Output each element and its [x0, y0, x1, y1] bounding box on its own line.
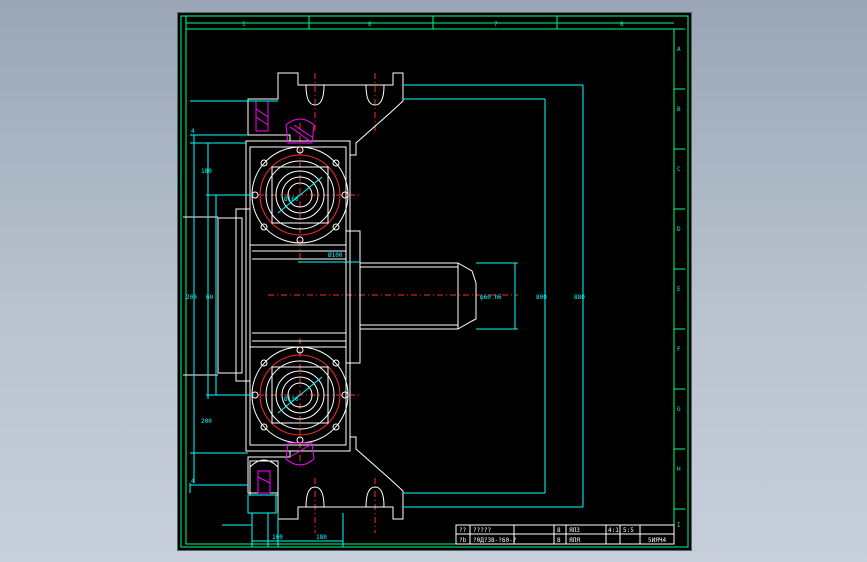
column-label: 5 [242, 21, 246, 28]
row-label: H [677, 466, 681, 473]
title-cell: 8 [557, 527, 561, 534]
title-cell: ?? [459, 527, 467, 534]
title-cell: 4:1 [608, 527, 619, 534]
column-label: 8 [620, 21, 624, 28]
column-label: 6 [368, 21, 372, 28]
title-cell: 5ИЯЧ4 [648, 537, 666, 544]
dim-right-800: 800 [536, 294, 547, 301]
dim-shaft-d130: Ø130 [284, 396, 299, 403]
row-label: B [677, 106, 681, 113]
mechanical-drawing: 5 6 7 8 A B C D E F G H I 4 180 200 60 2… [180, 15, 689, 548]
row-label: F [677, 346, 681, 353]
dim-bottom-100: 100 [272, 534, 283, 541]
dimension-lines [189, 84, 584, 547]
row-label: E [677, 286, 681, 293]
title-cell: ЯЛЗ [569, 527, 580, 534]
dim-left-60: 60 [206, 294, 214, 301]
dim-left-bottom: 4 [191, 478, 195, 485]
dim-shaft-d100: Ø100 [328, 252, 343, 259]
row-label: I [677, 522, 681, 529]
title-cell: 5:5 [623, 527, 634, 534]
title-cell: 8 [557, 537, 561, 544]
dim-left-200b: 200 [201, 418, 212, 425]
centerlines [258, 73, 518, 533]
title-cell: ?0Д?38-?60-? [473, 537, 517, 544]
title-cell: ?b [459, 537, 467, 544]
row-label: C [677, 166, 681, 173]
dim-left-top: 4 [191, 128, 195, 135]
dim-right-880: 880 [574, 294, 585, 301]
dim-shaft-d160: Ø160 [284, 196, 299, 203]
dim-bottom-180: 180 [316, 534, 327, 541]
row-label: D [677, 226, 681, 233]
drawing-frame [180, 15, 689, 548]
column-label: 7 [494, 21, 498, 28]
title-cell: ЯЛЯ [569, 537, 580, 544]
frame-labels: 5 6 7 8 A B C D E F G H I [242, 21, 681, 529]
title-block: ?? ????? 8 ЯЛЗ 4:1 5:5 ?b ?0Д?38-?60-? 8… [455, 524, 675, 545]
cad-viewport[interactable]: 5 6 7 8 A B C D E F G H I 4 180 200 60 2… [177, 12, 692, 551]
row-label: A [677, 46, 681, 53]
dim-left-180: 180 [201, 168, 212, 175]
dim-shaft-fit: φ60 h6 [480, 294, 502, 301]
title-cell: ????? [473, 527, 491, 534]
row-label: G [677, 406, 681, 413]
dim-left-200: 200 [186, 294, 197, 301]
